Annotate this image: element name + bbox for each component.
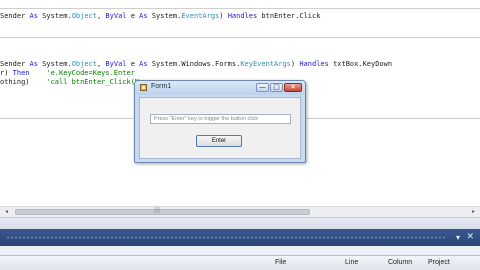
code-token: System. — [42, 12, 72, 20]
scroll-left-arrow-icon[interactable]: ◂ — [2, 208, 11, 216]
code-token: ByVal — [105, 12, 127, 20]
output-panel-titlebar[interactable]: ▾ ✕ — [0, 229, 480, 246]
code-line-btnEnter-click[interactable]: Sender As System.Object, ByVal e As Syst… — [0, 12, 320, 20]
code-token: Sender — [0, 12, 30, 20]
horizontal-scrollbar[interactable]: ◂ ||| ▸ — [0, 206, 480, 217]
output-panel-body — [0, 246, 480, 255]
code-token: Handles — [227, 12, 258, 20]
code-token: EventArgs — [181, 12, 220, 20]
scrollbar-grip-icon: ||| — [154, 207, 161, 214]
code-token: Handles — [299, 60, 329, 68]
close-button[interactable]: ✕ — [284, 83, 302, 92]
code-token: btnEnter.Click — [257, 12, 321, 20]
code-token: As — [29, 12, 43, 20]
status-line-label: Line — [345, 259, 359, 266]
code-comment: 'call btnEnter_Click(N — [46, 78, 140, 86]
scrollbar-thumb[interactable] — [15, 209, 310, 215]
code-token: As — [29, 60, 43, 68]
form-app-icon — [140, 84, 147, 91]
minimize-button[interactable]: — — [256, 83, 269, 92]
code-token: As — [139, 60, 152, 68]
status-bar: File Line Column Project — [0, 255, 480, 270]
maximize-button[interactable]: □ — [270, 83, 283, 92]
code-token: KeyEventArgs — [240, 60, 291, 68]
txtbox-input[interactable]: Press "Enter" key to trigger the button … — [150, 114, 291, 124]
code-token: txtBox.KeyDown — [328, 60, 393, 68]
separator-line — [0, 8, 480, 9]
code-token: Object — [71, 12, 97, 20]
code-token: System.Windows.Forms. — [151, 60, 241, 68]
separator-line — [0, 37, 480, 38]
form1-client-area: Press "Enter" key to trigger the button … — [139, 97, 301, 159]
form1-titlebar[interactable]: Form1 — □ ✕ — [135, 81, 305, 95]
code-token: Object — [71, 60, 97, 68]
code-comment: 'e.KeyCode=Keys.Enter — [46, 69, 135, 77]
form1-window[interactable]: Form1 — □ ✕ Press "Enter" key to trigger… — [134, 80, 306, 163]
code-token: Then — [12, 69, 30, 77]
panel-drag-grip[interactable] — [6, 236, 446, 239]
code-token: System. — [42, 60, 72, 68]
code-token: e — [126, 12, 140, 20]
enter-button[interactable]: Enter — [196, 135, 242, 147]
code-token: System. — [151, 12, 182, 20]
code-token: As — [139, 12, 152, 20]
status-project-label: Project — [428, 259, 450, 266]
code-token: ByVal — [105, 60, 127, 68]
code-line-if-keycode[interactable]: r) Then 'e.KeyCode=Keys.Enter — [0, 69, 135, 77]
editor-tool-band — [0, 217, 480, 229]
code-line-call-click[interactable]: othing) 'call btnEnter_Click(N — [0, 78, 139, 86]
code-line-txtBox-keydown[interactable]: Sender As System.Object, ByVal e As Syst… — [0, 60, 392, 68]
code-token: othing) — [0, 78, 30, 86]
scroll-right-arrow-icon[interactable]: ▸ — [469, 208, 478, 216]
status-column-label: Column — [388, 259, 413, 266]
code-token: ) — [219, 12, 228, 20]
panel-close-icon[interactable]: ✕ — [466, 232, 474, 242]
code-token: e — [126, 60, 140, 68]
panel-pin-icon[interactable]: ▾ — [456, 233, 460, 242]
form1-title: Form1 — [151, 83, 172, 90]
status-file-label: File — [275, 259, 287, 266]
code-token: r) — [0, 69, 13, 77]
code-token: Sender — [0, 60, 30, 68]
